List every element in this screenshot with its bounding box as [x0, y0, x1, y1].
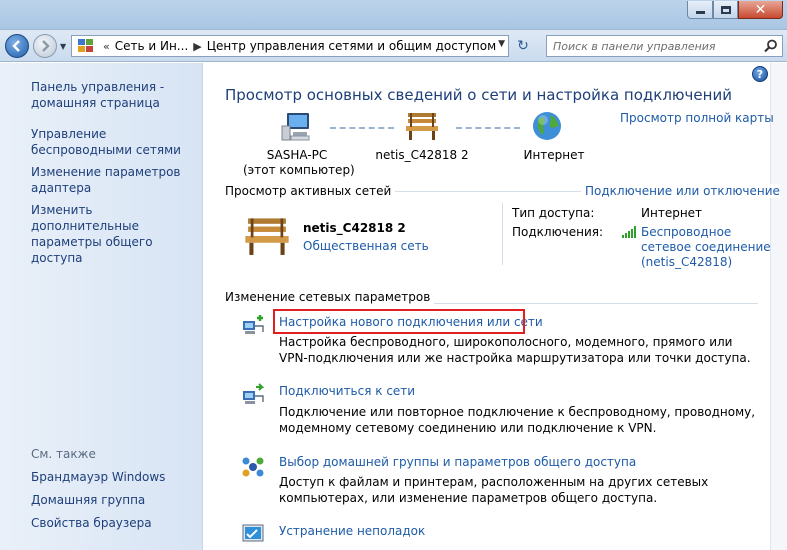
homegroup-icon — [242, 457, 264, 477]
search-icon[interactable] — [764, 39, 778, 53]
address-bar[interactable]: « Сеть и Ин... ▶ Центр управления сетями… — [71, 35, 509, 57]
wireless-connection-link[interactable]: (netis_C42818) — [641, 255, 732, 269]
close-icon: ✕ — [754, 1, 767, 18]
arrow-right-icon — [42, 40, 50, 52]
troubleshoot-icon — [242, 524, 264, 542]
close-button[interactable]: ✕ — [738, 1, 783, 19]
network-type-link[interactable]: Общественная сеть — [303, 239, 429, 253]
sidebar-link-homegroup[interactable]: Домашняя группа — [31, 492, 199, 508]
task-homegroup-desc: Доступ к файлам и принтерам, расположенн… — [279, 475, 709, 505]
divider — [502, 203, 503, 265]
sidebar-link-firewall[interactable]: Брандмауэр Windows — [31, 469, 199, 485]
wireless-connection-link[interactable]: Беспроводное — [641, 225, 731, 239]
maximize-icon — [720, 5, 731, 14]
refresh-icon: ↻ — [517, 38, 529, 54]
sidebar-link-control-panel-home[interactable]: Панель управления - домашняя страница — [31, 79, 199, 111]
change-settings-heading: Изменение сетевых параметров — [225, 290, 435, 304]
network-name-map: netis_C42818 2 — [375, 148, 469, 162]
map-connection-line — [330, 127, 394, 129]
task-new-connection-link[interactable]: Настройка нового подключения или сети — [279, 315, 543, 329]
active-network-name: netis_C42818 2 — [303, 221, 406, 235]
minimize-icon — [695, 11, 705, 14]
see-also-heading: См. также — [31, 447, 96, 461]
access-type-value: Интернет — [641, 206, 703, 220]
active-networks-heading: Просмотр активных сетей — [225, 184, 396, 198]
task-homegroup-link[interactable]: Выбор домашней группы и параметров общег… — [279, 455, 636, 469]
connect-disconnect-link[interactable]: Подключение или отключение — [581, 184, 780, 198]
wifi-signal-icon — [622, 226, 636, 238]
internet-globe-icon[interactable] — [531, 110, 563, 142]
chevron-left-double-icon: « — [103, 39, 110, 53]
access-type-label: Тип доступа: — [512, 206, 595, 220]
arrow-left-icon — [12, 40, 20, 52]
connect-network-icon — [243, 383, 265, 404]
map-connection-line — [456, 127, 520, 129]
chevron-right-icon[interactable]: ▶ — [193, 40, 201, 53]
address-dropdown-icon[interactable]: ▼ — [498, 39, 505, 49]
computer-name: SASHA-PC — [266, 148, 328, 162]
connections-label: Подключения: — [512, 225, 604, 239]
full-map-link[interactable]: Просмотр полной карты — [620, 111, 774, 125]
help-icon[interactable]: ? — [752, 66, 768, 82]
title-bar: ✕ — [0, 0, 787, 30]
sidebar-link-internet-options[interactable]: Свойства браузера — [31, 515, 199, 531]
task-connect-network-link[interactable]: Подключиться к сети — [279, 384, 415, 398]
back-button[interactable] — [5, 34, 29, 58]
sidebar-link-manage-wireless[interactable]: Управление беспроводными сетями — [31, 126, 199, 158]
task-connect-network-desc: Подключение или повторное подключение к … — [279, 405, 756, 435]
recent-pages-dropdown[interactable]: ▼ — [60, 42, 66, 51]
search-input[interactable] — [547, 39, 757, 53]
internet-label: Интернет — [523, 148, 585, 162]
computer-subtitle: (этот компьютер) — [243, 163, 355, 177]
page-title: Просмотр основных сведений о сети и наст… — [225, 86, 732, 104]
new-connection-icon — [243, 315, 264, 334]
network-bench-icon[interactable] — [405, 111, 439, 141]
control-panel-icon — [78, 39, 93, 52]
refresh-button[interactable]: ↻ — [512, 36, 534, 56]
sidebar-link-adapter-settings[interactable]: Изменение параметров адаптера — [31, 164, 199, 196]
navigation-bar: ▼ « Сеть и Ин... ▶ Центр управления сетя… — [0, 30, 787, 62]
task-new-connection-desc: Настройка беспроводного, широкополосного… — [279, 335, 751, 365]
minimize-button[interactable] — [687, 1, 713, 19]
forward-button[interactable] — [33, 34, 57, 58]
network-bench-icon — [245, 218, 289, 255]
maximize-button[interactable] — [713, 1, 738, 19]
scrollbar[interactable] — [770, 63, 787, 550]
computer-icon[interactable] — [281, 112, 313, 142]
breadcrumb-network-center[interactable]: Центр управления сетями и общим доступом — [207, 39, 496, 53]
breadcrumb-network[interactable]: Сеть и Ин... — [115, 39, 189, 53]
sidebar-link-advanced-sharing[interactable]: Изменить дополнительные параметры общего… — [31, 202, 199, 266]
wireless-connection-link[interactable]: сетевое соединение — [641, 240, 771, 254]
search-box[interactable] — [546, 35, 783, 57]
task-troubleshoot-link[interactable]: Устранение неполадок — [279, 524, 425, 538]
